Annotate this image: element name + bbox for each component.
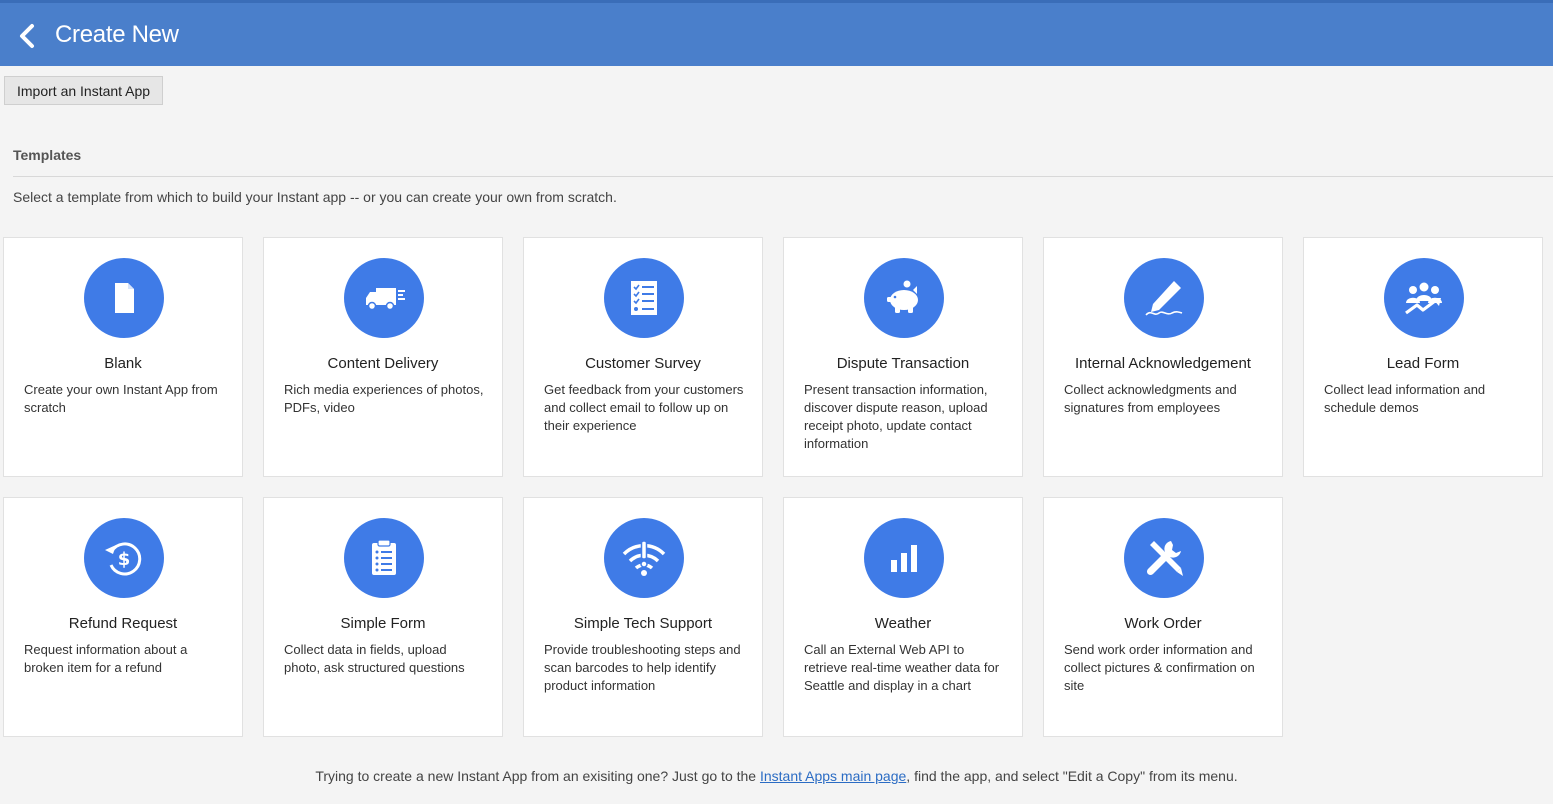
template-title: Blank [104, 355, 142, 372]
chevron-left-icon [20, 24, 34, 48]
refund-dollar-icon: $ [84, 518, 164, 598]
template-title: Content Delivery [327, 355, 439, 372]
footer-note: Trying to create a new Instant App from … [0, 768, 1553, 784]
template-card-simple-tech-support[interactable]: Simple Tech Support Provide troubleshoot… [523, 497, 763, 737]
template-title: Simple Tech Support [573, 615, 713, 632]
template-description: Provide troubleshooting steps and scan b… [544, 642, 741, 693]
template-title: Simple Form [340, 615, 426, 632]
template-title: Dispute Transaction [836, 355, 970, 372]
checklist-icon [604, 258, 684, 338]
footer-text-after: , find the app, and select "Edit a Copy"… [906, 768, 1238, 784]
template-description: Rich media experiences of photos, PDFs, … [284, 382, 484, 415]
template-description: Collect lead information and schedule de… [1324, 382, 1486, 415]
template-card-blank[interactable]: Blank Create your own Instant App from s… [3, 237, 243, 477]
clipboard-icon [344, 518, 424, 598]
tools-icon [1124, 518, 1204, 598]
bar-chart-icon [864, 518, 944, 598]
template-card-dispute-transaction[interactable]: Dispute Transaction Present transaction … [783, 237, 1023, 477]
template-description: Collect data in fields, upload photo, as… [284, 642, 465, 675]
delivery-truck-icon [344, 258, 424, 338]
template-description: Call an External Web API to retrieve rea… [804, 642, 1000, 693]
template-title: Lead Form [1386, 355, 1460, 372]
template-card-work-order[interactable]: Work Order Send work order information a… [1043, 497, 1283, 737]
template-title: Internal Acknowledgement [1075, 355, 1251, 372]
instant-apps-main-page-link[interactable]: Instant Apps main page [760, 768, 906, 784]
import-instant-app-button[interactable]: Import an Instant App [4, 76, 164, 105]
template-description: Collect acknowledgments and signatures f… [1064, 382, 1237, 415]
template-card-simple-form[interactable]: Simple Form Collect data in fields, uplo… [263, 497, 503, 737]
template-description: Send work order information and collect … [1064, 642, 1255, 693]
template-title: Customer Survey [585, 355, 701, 372]
piggy-bank-icon [864, 258, 944, 338]
templates-description: Select a template from which to build yo… [13, 189, 617, 205]
footer-text-before: Trying to create a new Instant App from … [315, 768, 760, 784]
template-title: Work Order [1124, 615, 1202, 632]
back-button[interactable] [14, 21, 40, 51]
wifi-alert-icon [604, 518, 684, 598]
template-description: Request information about a broken item … [24, 642, 188, 675]
section-divider [13, 176, 1553, 177]
page-title: Create New [55, 21, 179, 48]
pen-signature-icon [1124, 258, 1204, 338]
template-card-lead-form[interactable]: Lead Form Collect lead information and s… [1303, 237, 1543, 477]
template-card-weather[interactable]: Weather Call an External Web API to retr… [783, 497, 1023, 737]
template-card-internal-acknowledgement[interactable]: Internal Acknowledgement Collect acknowl… [1043, 237, 1283, 477]
document-icon [84, 258, 164, 338]
top-bar: Create New [0, 0, 1553, 66]
template-title: Refund Request [68, 615, 178, 632]
template-card-content-delivery[interactable]: Content Delivery Rich media experiences … [263, 237, 503, 477]
template-card-customer-survey[interactable]: Customer Survey Get feedback from your c… [523, 237, 763, 477]
template-title: Weather [874, 615, 932, 632]
template-description: Present transaction information, discove… [804, 382, 988, 451]
group-growth-icon [1384, 258, 1464, 338]
template-description: Create your own Instant App from scratch [24, 382, 218, 415]
template-card-refund-request[interactable]: $ Refund Request Request information abo… [3, 497, 243, 737]
svg-text:$: $ [118, 549, 131, 570]
templates-heading: Templates [13, 147, 82, 163]
template-description: Get feedback from your customers and col… [544, 382, 744, 433]
